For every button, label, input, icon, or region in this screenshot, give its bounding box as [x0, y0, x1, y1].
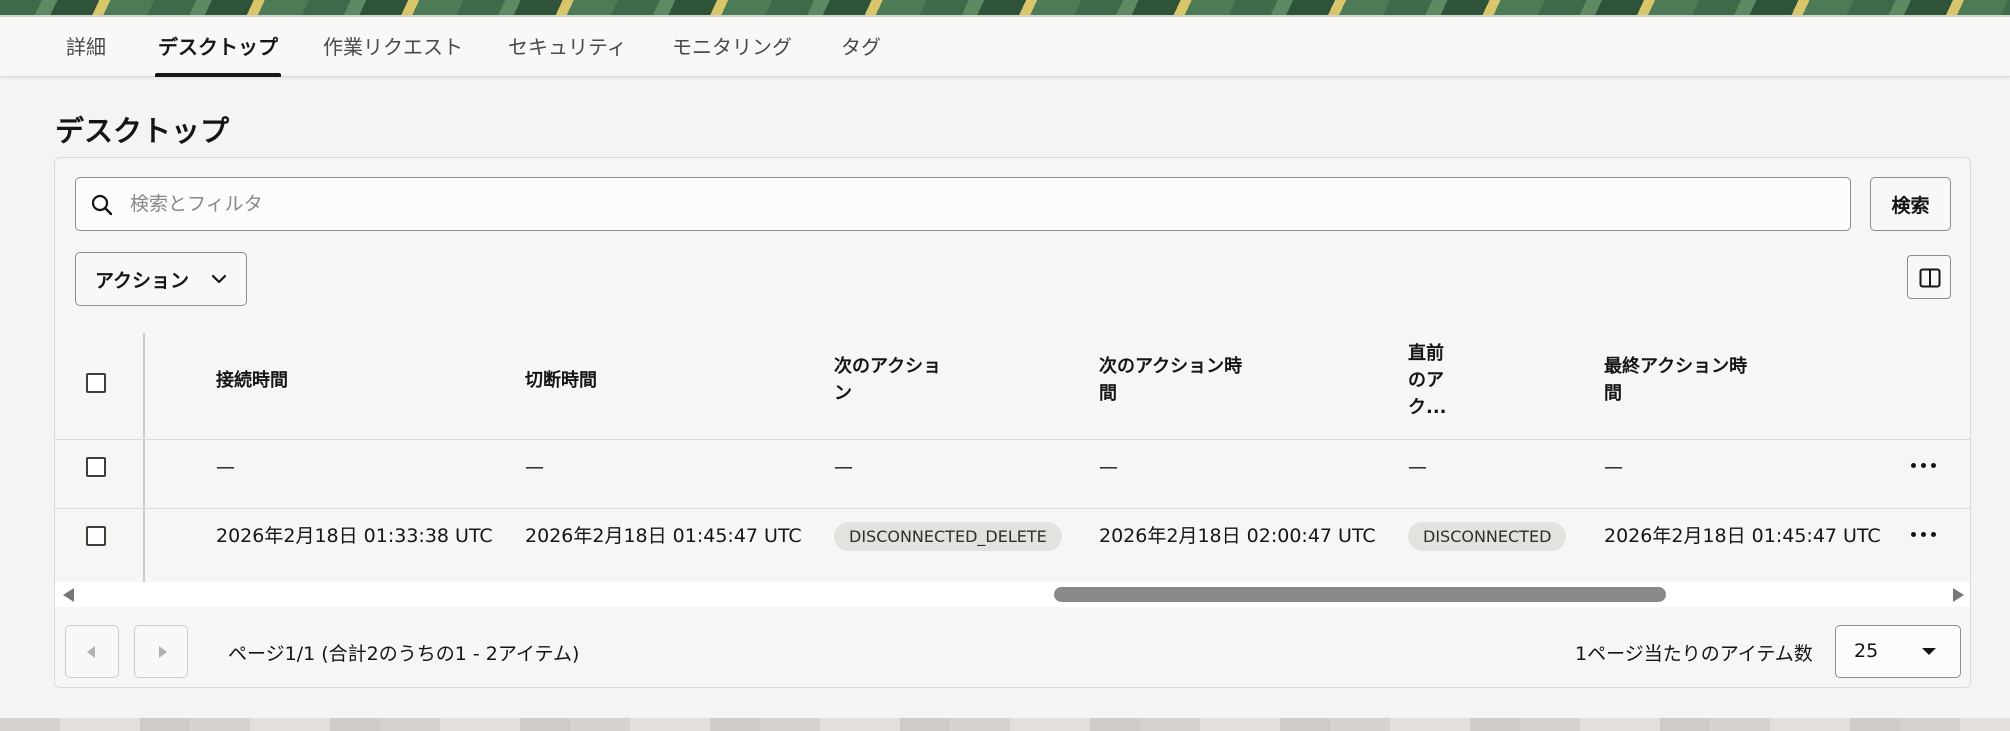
cell-next-action: — [834, 456, 853, 478]
header-line: 間 [1604, 383, 1622, 404]
page-title: デスクトップ [55, 114, 230, 148]
header-line: 間 [1099, 383, 1117, 404]
items-per-page-label: 1ページ当たりのアイテム数 [1575, 643, 1813, 665]
cell-disconnect-time: 2026年2月18日 01:45:47 UTC [525, 525, 802, 547]
caret-down-icon [1922, 648, 1936, 655]
desktops-panel: 検索 アクション 接続時間 切断時間 次のアクショ ン 次のアクション時 間 [54, 157, 1971, 688]
cell-next-action-time: 2026年2月18日 02:00:47 UTC [1099, 525, 1376, 547]
actions-menu-label: アクション [95, 269, 190, 292]
chevron-down-icon [211, 274, 227, 284]
row-divider [55, 508, 1970, 509]
scroll-left-arrow-icon[interactable] [63, 588, 74, 602]
items-per-page-value: 25 [1854, 640, 1879, 662]
column-layout-button[interactable] [1907, 255, 1951, 299]
row-actions-more-icon[interactable] [1911, 460, 1937, 470]
search-input[interactable] [130, 178, 1830, 230]
pagination-summary: ページ1/1 (合計2のうちの1 - 2アイテム) [228, 643, 580, 665]
columns-icon [1919, 268, 1941, 288]
select-all-checkbox[interactable] [86, 373, 106, 393]
chevron-left-icon [87, 646, 95, 658]
items-per-page-select[interactable]: 25 [1835, 625, 1961, 678]
tab-security[interactable]: セキュリティ [508, 17, 627, 77]
actions-menu-button[interactable]: アクション [75, 252, 247, 306]
header-line: 接続時間 [216, 370, 288, 391]
tab-monitoring[interactable]: モニタリング [672, 17, 792, 77]
header-line: ン [834, 383, 852, 404]
scrollbar-thumb[interactable] [1054, 587, 1666, 602]
tab-work-requests[interactable]: 作業リクエスト [323, 17, 463, 77]
row-checkbox[interactable] [86, 526, 106, 546]
tab-desktops[interactable]: デスクトップ [155, 17, 281, 77]
column-header-last-action[interactable]: 直前 のア ク... [1408, 340, 1447, 421]
footer-strip [0, 718, 2010, 731]
search-box[interactable] [75, 177, 1851, 231]
search-icon [91, 194, 113, 216]
cell-disconnect-time: — [525, 456, 544, 478]
header-line: 直前 [1408, 343, 1444, 364]
header-line: 切断時間 [525, 370, 597, 391]
tab-details[interactable]: 詳細 [66, 17, 106, 77]
cell-last-action-time: — [1604, 456, 1623, 478]
row-divider [55, 439, 1970, 440]
cell-last-action: — [1408, 456, 1427, 478]
cell-last-action-time: 2026年2月18日 01:45:47 UTC [1604, 525, 1881, 547]
row-checkbox[interactable] [86, 457, 106, 477]
column-header-next-action-time[interactable]: 次のアクション時 間 [1099, 353, 1242, 407]
header-line: ク... [1408, 397, 1447, 418]
cell-next-action-time: — [1099, 456, 1118, 478]
column-header-last-action-time[interactable]: 最終アクション時 間 [1604, 353, 1747, 407]
header-line: 次のアクショ [834, 356, 942, 377]
chevron-right-icon [159, 646, 167, 658]
header-line: のア [1408, 370, 1444, 391]
header-banner [0, 0, 2010, 17]
header-line: 最終アクション時 [1604, 356, 1748, 377]
next-page-button[interactable] [134, 625, 188, 678]
scroll-right-arrow-icon[interactable] [1953, 588, 1964, 602]
cell-connect-time: 2026年2月18日 01:33:38 UTC [216, 525, 493, 547]
horizontal-scrollbar[interactable] [55, 582, 1970, 607]
column-header-connect-time[interactable]: 接続時間 [216, 367, 288, 394]
cell-connect-time: — [216, 456, 235, 478]
desktops-table: 接続時間 切断時間 次のアクショ ン 次のアクション時 間 直前 のア ク...… [55, 333, 1970, 588]
status-badge: DISCONNECTED [1408, 522, 1567, 551]
column-header-disconnect-time[interactable]: 切断時間 [525, 367, 597, 394]
tab-bar: 詳細 デスクトップ 作業リクエスト セキュリティ モニタリング タグ [0, 17, 2010, 77]
status-badge: DISCONNECTED_DELETE [834, 522, 1062, 551]
tab-tags[interactable]: タグ [841, 17, 881, 77]
column-header-next-action[interactable]: 次のアクショ ン [834, 353, 941, 407]
header-line: 次のアクション時 [1099, 356, 1243, 377]
row-actions-more-icon[interactable] [1911, 529, 1937, 539]
column-divider [143, 333, 145, 588]
previous-page-button[interactable] [65, 625, 119, 678]
search-button[interactable]: 検索 [1870, 177, 1951, 231]
